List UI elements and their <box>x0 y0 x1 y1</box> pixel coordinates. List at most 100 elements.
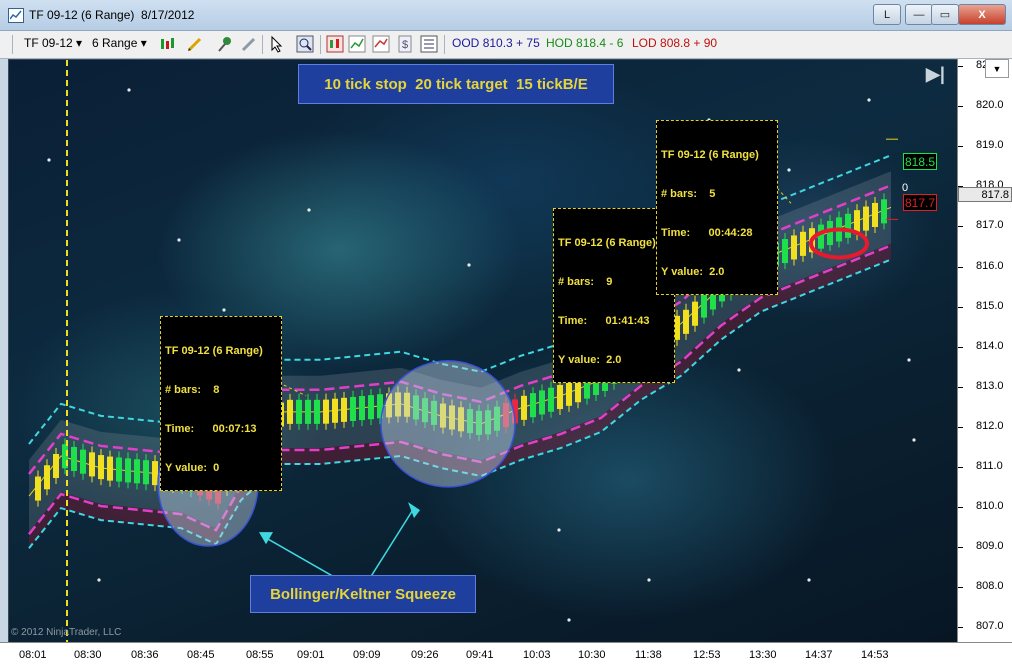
price-tick-label: 814.0 <box>976 339 1004 352</box>
candle-body <box>89 452 95 477</box>
marker-icon[interactable] <box>240 35 258 53</box>
toolbar-separator <box>262 35 263 54</box>
candle-body <box>71 446 77 472</box>
skip-to-end-icon[interactable]: ▶| <box>926 64 950 86</box>
price-tick-mark <box>958 346 963 348</box>
ood-value: 810.3 + 75 <box>482 36 540 50</box>
instrument-selector[interactable]: TF 09-12 ▾ <box>24 36 82 50</box>
candle-body <box>701 293 707 318</box>
price-tick-label: 811.0 <box>976 460 1003 472</box>
star-icon <box>647 578 651 582</box>
price-tick-label: 812.0 <box>976 419 1004 432</box>
period-dropdown-icon: ▾ <box>140 36 147 50</box>
upper-band-tag: 818.5 <box>903 153 937 170</box>
price-tick-label: 819.0 <box>976 139 1004 152</box>
price-tick-label: 809.0 <box>976 540 1004 553</box>
price-tick-label: 816.0 <box>976 259 1004 272</box>
candle-body <box>872 202 878 227</box>
toolbar-grip <box>12 35 13 54</box>
candle-body <box>566 381 572 406</box>
price-tick-mark <box>958 426 963 428</box>
maximize-button[interactable]: ▭ <box>931 4 959 25</box>
pin-icon[interactable] <box>216 35 234 53</box>
strategies-icon[interactable] <box>372 35 390 53</box>
axis-dropdown-button[interactable]: ▼ <box>985 59 1009 78</box>
hod-label: HOD <box>546 36 573 50</box>
candle-body <box>305 399 311 424</box>
candle-body <box>332 398 338 423</box>
star-icon <box>807 578 811 582</box>
zoom-icon[interactable] <box>296 35 314 53</box>
draw-pencil-icon[interactable] <box>186 35 204 53</box>
star-icon <box>97 578 101 582</box>
candle-body <box>863 206 869 231</box>
candle-body <box>350 396 356 421</box>
candle-body <box>80 449 86 474</box>
info-yvalue: Y value: 2.0 <box>661 266 725 278</box>
star-icon <box>567 618 571 622</box>
toolbar-separator <box>320 35 321 54</box>
squeeze-label: Bollinger/Keltner Squeeze <box>250 575 476 613</box>
pointer-icon[interactable] <box>268 35 286 53</box>
minimize-button[interactable]: — <box>905 4 933 25</box>
candle-body <box>53 453 59 479</box>
candle-body <box>800 231 806 256</box>
price-tick-mark <box>958 507 963 509</box>
ood-label: OOD <box>452 36 480 50</box>
dollar-icon[interactable]: $ <box>396 35 414 53</box>
period-selector[interactable]: 6 Range ▾ <box>92 36 147 50</box>
candle-body <box>539 390 545 415</box>
time-tick-label: 09:01 <box>297 649 325 661</box>
time-axis[interactable]: 08:01 08:30 08:36 08:45 08:55 09:01 09:09 09:26… <box>0 642 1012 668</box>
price-chart <box>28 60 916 643</box>
chart-panel[interactable] <box>8 59 958 644</box>
price-tick-mark <box>958 306 963 308</box>
star-icon <box>222 308 226 312</box>
candle-body <box>143 460 149 485</box>
info-time: Time: 01:41:43 <box>558 315 650 327</box>
star-icon <box>177 238 181 242</box>
time-tick-label: 13:30 <box>749 649 777 661</box>
star-icon <box>307 208 311 212</box>
time-tick-label: 10:30 <box>578 649 606 661</box>
strategy-note: 10 tick stop 20 tick target 15 tickB/E <box>298 64 614 104</box>
properties-icon[interactable] <box>420 35 438 53</box>
time-tick-label: 12:53 <box>693 649 721 661</box>
price-tick-mark <box>958 627 963 629</box>
price-tick-label: 815.0 <box>976 299 1004 312</box>
price-axis[interactable]: 821.0820.0819.0818.0817.0816.0815.0814.0… <box>957 59 1012 642</box>
link-button[interactable]: L <box>873 4 901 25</box>
time-tick-label: 09:09 <box>353 649 381 661</box>
time-tick-label: 08:55 <box>246 649 274 661</box>
last-price-marker: 817.8 <box>958 187 1012 202</box>
star-icon <box>787 168 791 172</box>
time-tick-label: 10:03 <box>523 649 551 661</box>
toolbar-separator <box>444 35 445 54</box>
candlestick-style-icon[interactable] <box>158 35 176 53</box>
hod-stat: HOD 818.4 - 6 <box>546 36 623 50</box>
instrument-label: TF 09-12 <box>24 36 73 50</box>
time-tick-label: 09:26 <box>411 649 439 661</box>
info-yvalue: Y value: 0 <box>165 462 220 474</box>
time-tick-label: 08:01 <box>19 649 47 661</box>
close-button[interactable]: X <box>958 4 1006 25</box>
price-tick-mark <box>958 587 963 589</box>
time-tick-label: 14:53 <box>861 649 889 661</box>
window-title: TF 09-12 (6 Range) 8/17/2012 <box>29 8 195 22</box>
info-box-3: TF 09-12 (6 Range) # bars: 5 Time: 00:44… <box>656 120 778 295</box>
lod-value: 808.8 + 90 <box>660 36 718 50</box>
price-tick-mark <box>958 66 963 67</box>
candle-body <box>557 384 563 410</box>
indicators-icon[interactable] <box>348 35 366 53</box>
price-tick-mark <box>958 146 963 148</box>
candle-body <box>296 399 302 424</box>
info-box-1: TF 09-12 (6 Range) # bars: 8 Time: 00:07… <box>160 316 282 491</box>
star-icon <box>557 528 561 532</box>
candle-body <box>44 465 50 490</box>
info-bars: # bars: 8 <box>165 384 220 396</box>
arrow-head <box>259 532 273 545</box>
info-bars: # bars: 9 <box>558 276 613 288</box>
data-box-icon[interactable] <box>326 35 344 53</box>
candle-body <box>818 224 824 249</box>
price-tick-mark <box>958 386 963 388</box>
